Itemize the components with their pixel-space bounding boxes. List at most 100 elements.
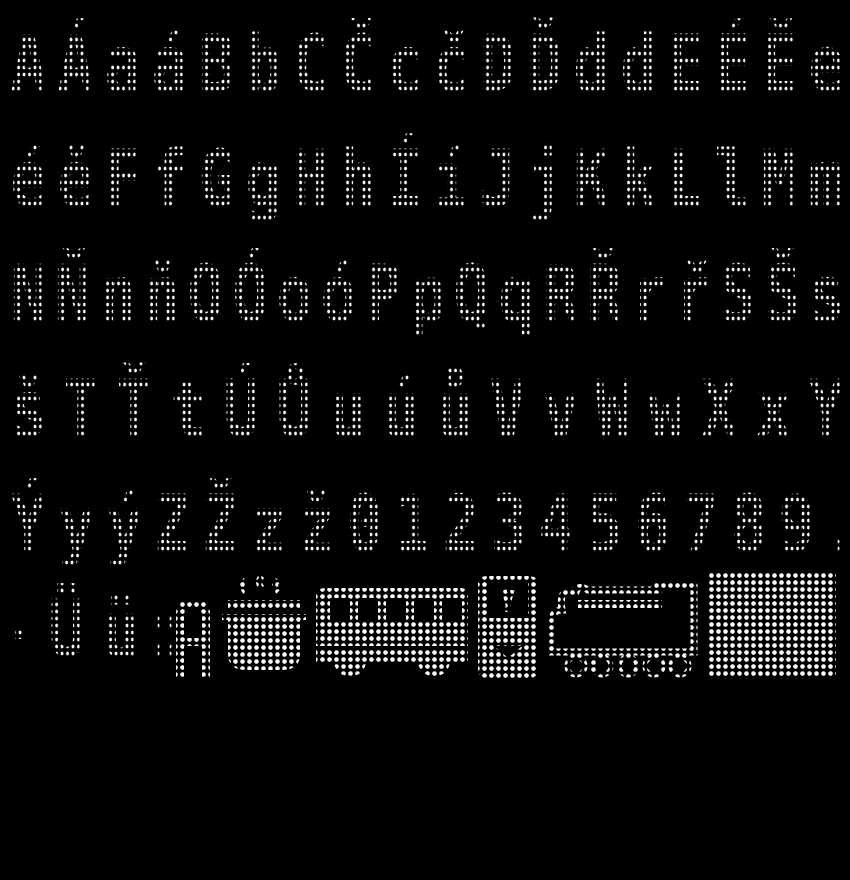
locomotive-icon [548, 582, 700, 678]
glyph: Ř [587, 245, 624, 345]
glyph: g [245, 130, 282, 230]
solid-block-icon [708, 572, 836, 678]
glyph: h [339, 130, 376, 230]
glyph: Y [808, 360, 845, 460]
glyph: 7 [682, 475, 719, 575]
glyph: L [668, 130, 705, 230]
glyph: O [188, 245, 225, 345]
glyph: x [755, 360, 792, 460]
glyph: Ů [276, 360, 313, 460]
glyph: - [6, 580, 43, 680]
glyph: N [10, 245, 47, 345]
glyph: Č [339, 15, 376, 115]
glyph: Í [386, 130, 423, 230]
glyph: ě [57, 130, 94, 230]
glyph-row-3: N Ň n ň O Ó o ó P p Q q R Ř r ř S Š s [0, 230, 850, 345]
glyph: C [292, 15, 329, 115]
glyph: K [574, 130, 611, 230]
glyph: v [542, 360, 579, 460]
glyph: 8 [730, 475, 767, 575]
glyph: : [156, 580, 193, 680]
glyph: š [10, 360, 47, 460]
glyph: d [574, 15, 611, 115]
glyph: J [480, 130, 517, 230]
glyph: D [480, 15, 517, 115]
glyph: 2 [442, 475, 479, 575]
glyph: o [276, 245, 313, 345]
glyph: V [489, 360, 526, 460]
a-icon [172, 594, 214, 678]
glyph-row-2: é ě F f G g H h Í í J j K k L l M m [0, 115, 850, 230]
glyph: í [433, 130, 470, 230]
glyph: 3 [490, 475, 527, 575]
glyph: M [761, 130, 798, 230]
pot-icon [218, 574, 310, 678]
glyph: ó [321, 245, 358, 345]
glyph: a [104, 15, 141, 115]
glyph: é [10, 130, 47, 230]
glyph: ď [621, 15, 658, 115]
glyph: ň [143, 245, 180, 345]
glyph: 0 [346, 475, 383, 575]
glyph: f [151, 130, 188, 230]
glyph: n [99, 245, 136, 345]
glyph-sheet: A Á a á B b C Č c č D Ď d ď E É Ě e é ě … [0, 0, 850, 690]
glyph: Ú [223, 360, 260, 460]
glyph: A [10, 15, 47, 115]
glyph: T [64, 360, 101, 460]
glyph: r [631, 245, 668, 345]
glyph: ů [436, 360, 473, 460]
glyph: e [808, 15, 845, 115]
glyph: Á [57, 15, 94, 115]
glyph: y [58, 475, 95, 575]
glyph: ý [106, 475, 143, 575]
glyph: S [720, 245, 757, 345]
glyph: E [668, 15, 705, 115]
glyph: W [595, 360, 632, 460]
bus-icon [312, 586, 472, 678]
glyph: ž [298, 475, 335, 575]
glyph: t [170, 360, 207, 460]
glyph: Ě [761, 15, 798, 115]
glyph: Ň [55, 245, 92, 345]
glyph: Z [154, 475, 191, 575]
glyph: B [198, 15, 235, 115]
glyph: Ž [202, 475, 239, 575]
glyph: 9 [778, 475, 815, 575]
glyph: á [151, 15, 188, 115]
glyph: 5 [586, 475, 623, 575]
glyph: Ď [527, 15, 564, 115]
glyph: F [104, 130, 141, 230]
glyph-row-6: - Ü ü : : [0, 572, 850, 690]
glyph: b [245, 15, 282, 115]
glyph: . [824, 475, 850, 575]
glyph: Ť [117, 360, 154, 460]
glyph: G [198, 130, 235, 230]
glyph: 4 [538, 475, 575, 575]
glyph: j [527, 130, 564, 230]
glyph: H [292, 130, 329, 230]
glyph: u [330, 360, 367, 460]
glyph: Ü [48, 580, 85, 680]
glyph: z [250, 475, 287, 575]
glyph: q [498, 245, 535, 345]
glyph: Q [454, 245, 491, 345]
glyph: ř [675, 245, 712, 345]
glyph-row-4: š T Ť t Ú Ů u ú ů V v W w X x Y [0, 345, 850, 460]
train-front-icon [474, 574, 542, 678]
glyph: Ý [10, 475, 47, 575]
glyph-row-5: Ý y ý Z Ž z ž 0 1 2 3 4 5 6 7 8 9 . [0, 460, 850, 575]
glyph: P [365, 245, 402, 345]
glyph: m [808, 130, 845, 230]
glyph: p [409, 245, 446, 345]
glyph: Š [764, 245, 801, 345]
glyph: R [542, 245, 579, 345]
glyph: 6 [634, 475, 671, 575]
glyph: w [649, 360, 686, 460]
glyph: 1 [394, 475, 431, 575]
glyph: ú [383, 360, 420, 460]
glyph: X [702, 360, 739, 460]
glyph: ü [102, 580, 139, 680]
glyph: k [621, 130, 658, 230]
glyph: l [714, 130, 751, 230]
